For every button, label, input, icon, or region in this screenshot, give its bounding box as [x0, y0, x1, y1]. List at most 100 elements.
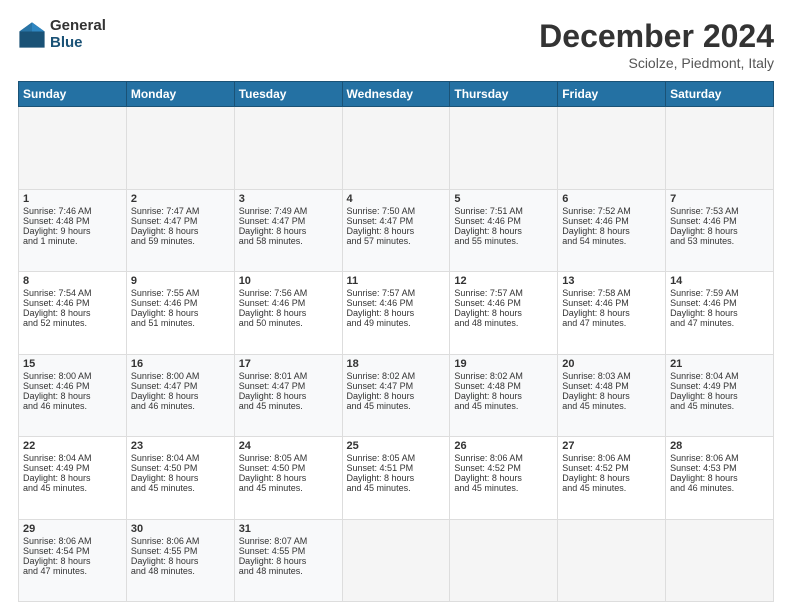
- day-info-line: Sunset: 4:48 PM: [562, 381, 661, 391]
- day-info-line: Sunset: 4:50 PM: [131, 463, 230, 473]
- day-number: 7: [670, 193, 769, 205]
- day-info-line: Sunset: 4:47 PM: [347, 216, 446, 226]
- day-info-line: Sunset: 4:54 PM: [23, 546, 122, 556]
- day-info-line: and 45 minutes.: [454, 401, 553, 411]
- calendar-cell: 18Sunrise: 8:02 AMSunset: 4:47 PMDayligh…: [342, 354, 450, 437]
- day-number: 21: [670, 358, 769, 370]
- day-info-line: and 45 minutes.: [23, 483, 122, 493]
- day-info-line: Daylight: 8 hours: [131, 226, 230, 236]
- day-info-line: and 53 minutes.: [670, 236, 769, 246]
- day-info-line: Sunset: 4:46 PM: [239, 298, 338, 308]
- day-info-line: Daylight: 8 hours: [239, 473, 338, 483]
- day-info-line: Sunrise: 8:06 AM: [454, 453, 553, 463]
- day-info-line: and 45 minutes.: [454, 483, 553, 493]
- day-info-line: Daylight: 8 hours: [23, 556, 122, 566]
- day-info-line: and 45 minutes.: [562, 483, 661, 493]
- calendar-cell: 13Sunrise: 7:58 AMSunset: 4:46 PMDayligh…: [558, 272, 666, 355]
- day-info-line: Sunrise: 7:46 AM: [23, 206, 122, 216]
- day-info-line: Sunrise: 8:02 AM: [454, 371, 553, 381]
- day-info-line: and 48 minutes.: [131, 566, 230, 576]
- day-info-line: and 45 minutes.: [347, 483, 446, 493]
- week-row-2: 8Sunrise: 7:54 AMSunset: 4:46 PMDaylight…: [19, 272, 774, 355]
- day-info-line: and 45 minutes.: [670, 401, 769, 411]
- calendar-cell: 10Sunrise: 7:56 AMSunset: 4:46 PMDayligh…: [234, 272, 342, 355]
- month-title: December 2024: [539, 18, 774, 55]
- day-info-line: and 51 minutes.: [131, 318, 230, 328]
- title-block: December 2024 Sciolze, Piedmont, Italy: [539, 18, 774, 71]
- day-info-line: Sunset: 4:48 PM: [23, 216, 122, 226]
- day-info-line: Sunrise: 8:04 AM: [131, 453, 230, 463]
- day-info-line: Daylight: 8 hours: [670, 226, 769, 236]
- day-header-thursday: Thursday: [450, 82, 558, 107]
- calendar-cell: 5Sunrise: 7:51 AMSunset: 4:46 PMDaylight…: [450, 189, 558, 272]
- day-info-line: Daylight: 8 hours: [454, 226, 553, 236]
- day-number: 20: [562, 358, 661, 370]
- day-info-line: Sunset: 4:53 PM: [670, 463, 769, 473]
- day-info-line: Sunrise: 8:00 AM: [23, 371, 122, 381]
- calendar-cell: [558, 107, 666, 190]
- day-info-line: Daylight: 8 hours: [347, 226, 446, 236]
- day-info-line: Sunrise: 7:52 AM: [562, 206, 661, 216]
- day-info-line: and 45 minutes.: [562, 401, 661, 411]
- day-info-line: Sunset: 4:52 PM: [562, 463, 661, 473]
- day-info-line: Daylight: 8 hours: [454, 473, 553, 483]
- calendar-cell: 31Sunrise: 8:07 AMSunset: 4:55 PMDayligh…: [234, 519, 342, 602]
- day-number: 28: [670, 440, 769, 452]
- day-info-line: Daylight: 8 hours: [670, 308, 769, 318]
- day-info-line: and 48 minutes.: [239, 566, 338, 576]
- day-info-line: Daylight: 8 hours: [347, 391, 446, 401]
- day-number: 5: [454, 193, 553, 205]
- day-header-sunday: Sunday: [19, 82, 127, 107]
- day-info-line: Daylight: 8 hours: [23, 391, 122, 401]
- day-info-line: Sunrise: 8:04 AM: [670, 371, 769, 381]
- day-info-line: Sunrise: 7:51 AM: [454, 206, 553, 216]
- day-number: 13: [562, 275, 661, 287]
- calendar-cell: 21Sunrise: 8:04 AMSunset: 4:49 PMDayligh…: [666, 354, 774, 437]
- day-info-line: Daylight: 9 hours: [23, 226, 122, 236]
- day-info-line: Sunset: 4:49 PM: [670, 381, 769, 391]
- calendar-cell: 24Sunrise: 8:05 AMSunset: 4:50 PMDayligh…: [234, 437, 342, 520]
- day-info-line: and 54 minutes.: [562, 236, 661, 246]
- day-info-line: Daylight: 8 hours: [347, 473, 446, 483]
- day-info-line: Sunrise: 8:06 AM: [562, 453, 661, 463]
- day-number: 18: [347, 358, 446, 370]
- day-info-line: Sunset: 4:46 PM: [670, 216, 769, 226]
- day-info-line: Sunrise: 8:02 AM: [347, 371, 446, 381]
- day-number: 30: [131, 523, 230, 535]
- day-number: 6: [562, 193, 661, 205]
- day-info-line: and 55 minutes.: [454, 236, 553, 246]
- day-info-line: Sunrise: 7:49 AM: [239, 206, 338, 216]
- day-info-line: and 45 minutes.: [131, 483, 230, 493]
- day-info-line: and 48 minutes.: [454, 318, 553, 328]
- calendar-cell: 4Sunrise: 7:50 AMSunset: 4:47 PMDaylight…: [342, 189, 450, 272]
- day-info-line: Daylight: 8 hours: [23, 308, 122, 318]
- calendar-cell: [234, 107, 342, 190]
- calendar-cell: 17Sunrise: 8:01 AMSunset: 4:47 PMDayligh…: [234, 354, 342, 437]
- calendar-cell: 22Sunrise: 8:04 AMSunset: 4:49 PMDayligh…: [19, 437, 127, 520]
- day-header-tuesday: Tuesday: [234, 82, 342, 107]
- day-info-line: Daylight: 8 hours: [239, 391, 338, 401]
- day-number: 16: [131, 358, 230, 370]
- day-number: 17: [239, 358, 338, 370]
- day-number: 9: [131, 275, 230, 287]
- calendar-cell: 25Sunrise: 8:05 AMSunset: 4:51 PMDayligh…: [342, 437, 450, 520]
- day-info-line: Sunset: 4:47 PM: [131, 381, 230, 391]
- day-info-line: Sunrise: 7:55 AM: [131, 288, 230, 298]
- day-info-line: Daylight: 8 hours: [239, 308, 338, 318]
- day-number: 14: [670, 275, 769, 287]
- day-number: 12: [454, 275, 553, 287]
- calendar-cell: [666, 107, 774, 190]
- calendar-cell: 19Sunrise: 8:02 AMSunset: 4:48 PMDayligh…: [450, 354, 558, 437]
- day-info-line: Sunset: 4:55 PM: [131, 546, 230, 556]
- day-info-line: Daylight: 8 hours: [131, 391, 230, 401]
- day-number: 26: [454, 440, 553, 452]
- calendar-cell: 20Sunrise: 8:03 AMSunset: 4:48 PMDayligh…: [558, 354, 666, 437]
- logo-blue-text: Blue: [50, 35, 106, 52]
- calendar-cell: [450, 107, 558, 190]
- calendar-cell: 14Sunrise: 7:59 AMSunset: 4:46 PMDayligh…: [666, 272, 774, 355]
- calendar-cell: 1Sunrise: 7:46 AMSunset: 4:48 PMDaylight…: [19, 189, 127, 272]
- day-info-line: and 45 minutes.: [347, 401, 446, 411]
- day-info-line: and 59 minutes.: [131, 236, 230, 246]
- day-info-line: Sunrise: 8:04 AM: [23, 453, 122, 463]
- day-info-line: Sunrise: 7:50 AM: [347, 206, 446, 216]
